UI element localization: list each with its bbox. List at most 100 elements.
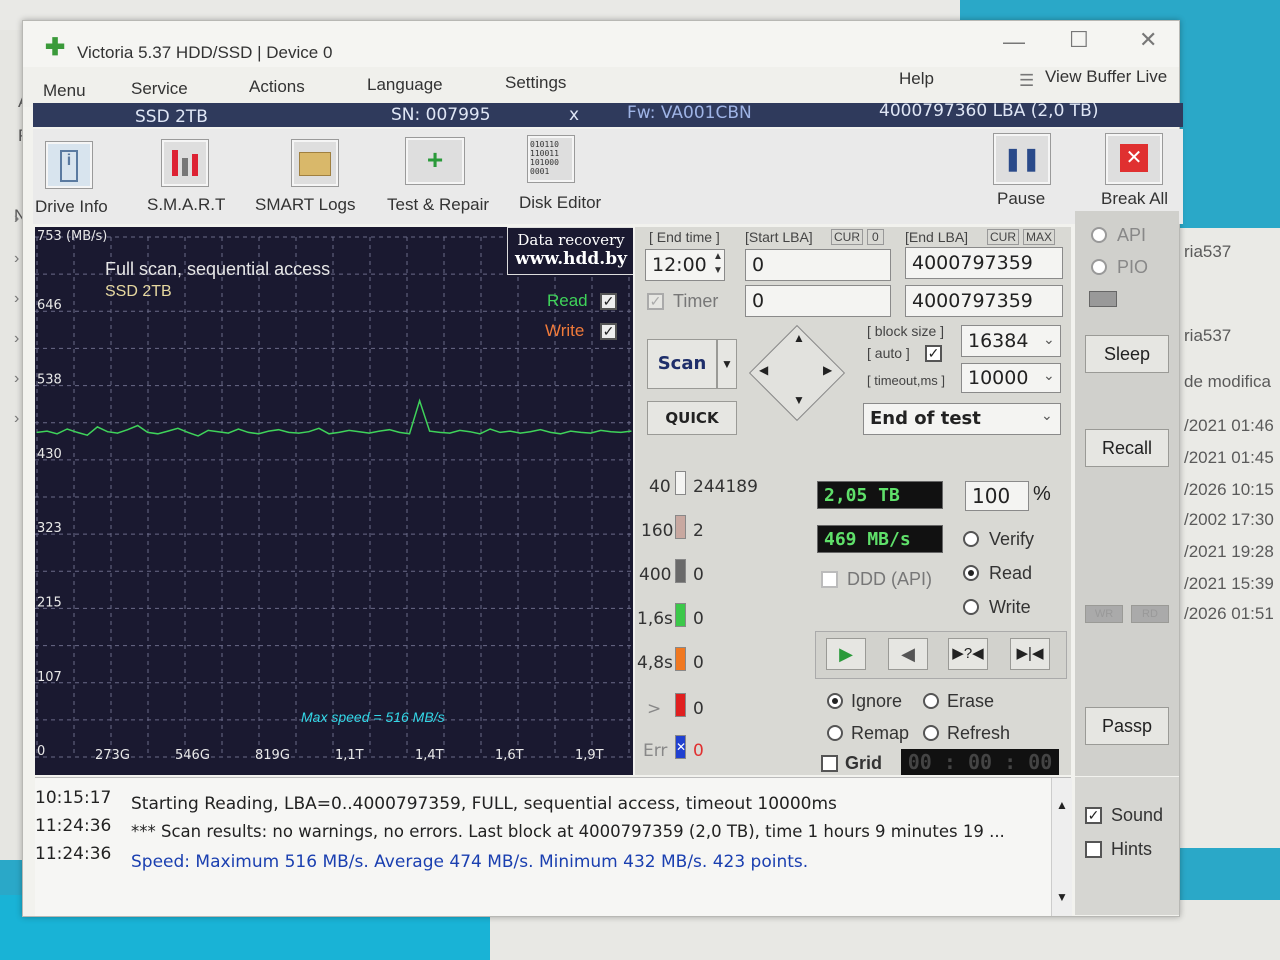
menu-item-menu[interactable]: Menu — [43, 81, 86, 101]
bg-item: /2021 01:46 — [1184, 416, 1274, 435]
smart-button[interactable]: S.M.A.R.T — [147, 139, 225, 214]
end-action-select[interactable]: End of test — [863, 403, 1061, 435]
break-all-button[interactable]: ✕ Break All — [1101, 133, 1168, 208]
start-lba-input[interactable]: 0 — [745, 249, 891, 281]
read-speed-line — [36, 398, 632, 437]
passp-button[interactable]: Passp — [1085, 707, 1169, 745]
y-tick-label: 323 — [37, 521, 62, 536]
read-speed-point — [570, 430, 572, 432]
toolbar: i Drive Info S.M.A.R.T SMART Logs + Test… — [33, 129, 1183, 224]
chevron-right-icon[interactable]: › — [14, 250, 19, 268]
ddd-checkbox[interactable] — [821, 571, 838, 588]
random-seek-icon[interactable]: ▶?◀ — [948, 638, 988, 670]
x-tick-label: 546G — [175, 748, 210, 763]
quick-button[interactable]: QUICK — [647, 401, 737, 435]
sound-checkbox[interactable]: ✓ — [1085, 807, 1102, 824]
recall-button[interactable]: Recall — [1085, 429, 1169, 467]
api-radio[interactable] — [1091, 227, 1107, 243]
arrow-left-icon[interactable]: ◀ — [759, 363, 768, 377]
write-radio[interactable] — [963, 599, 979, 615]
recovery-line2: www.hdd.by — [515, 249, 627, 269]
arrow-up-icon[interactable]: ▲ — [793, 331, 805, 345]
menu-item-view-buffer-live[interactable]: View Buffer Live — [1045, 67, 1167, 87]
read-radio[interactable] — [963, 565, 979, 581]
end-cur-button[interactable]: CUR — [987, 229, 1019, 245]
read-checkbox[interactable]: ✓ — [600, 293, 617, 310]
read-speed-point — [408, 433, 411, 435]
erase-radio[interactable] — [923, 693, 939, 709]
end-lba-input[interactable]: 4000797359 — [905, 247, 1063, 279]
victoria-window: ✚ Victoria 5.37 HDD/SSD | Device 0 — ☐ ✕… — [22, 20, 1183, 917]
chevron-right-icon[interactable]: › — [14, 410, 19, 428]
chevron-down-icon[interactable]: ⌄ — [1043, 367, 1055, 384]
ignore-radio[interactable] — [827, 693, 843, 709]
data-recovery-banner[interactable]: Data recovery www.hdd.by — [507, 227, 633, 275]
drive-info-button[interactable]: i Drive Info — [35, 141, 108, 216]
pause-label: Pause — [997, 189, 1046, 208]
spin-up-icon[interactable]: ▲ — [713, 251, 723, 262]
arrow-right-icon[interactable]: ▶ — [823, 363, 832, 377]
y-tick-label: 538 — [37, 372, 62, 387]
rewind-icon[interactable]: ◀ — [888, 638, 928, 670]
test-repair-button[interactable]: + Test & Repair — [387, 137, 489, 214]
start-cur-button[interactable]: CUR — [831, 229, 863, 245]
menu-item-help[interactable]: Help — [899, 69, 934, 89]
remap-radio[interactable] — [827, 725, 843, 741]
log-scrollbar[interactable]: ▲ ▼ — [1051, 778, 1072, 916]
butterfly-icon[interactable]: ▶|◀ — [1010, 638, 1050, 670]
start-zero-button[interactable]: 0 — [867, 229, 884, 245]
hints-checkbox[interactable] — [1085, 841, 1102, 858]
sleep-button[interactable]: Sleep — [1085, 335, 1169, 373]
timer-label: Timer — [673, 291, 719, 311]
read-speed-point — [398, 431, 400, 433]
end-time-label: [ End time ] — [649, 229, 720, 245]
minimize-icon[interactable]: — — [1003, 29, 1025, 55]
chevron-down-icon[interactable]: ⌄ — [1043, 331, 1055, 348]
menu-item-language[interactable]: Language — [367, 75, 443, 95]
chevron-right-icon[interactable]: › — [14, 290, 19, 308]
window-title: Victoria 5.37 HDD/SSD | Device 0 — [77, 43, 333, 62]
write-checkbox[interactable]: ✓ — [600, 323, 617, 340]
verify-radio[interactable] — [963, 531, 979, 547]
auto-checkbox[interactable]: ✓ — [925, 345, 942, 362]
title-bar[interactable]: ✚ Victoria 5.37 HDD/SSD | Device 0 — ☐ ✕ — [23, 21, 1179, 67]
timer-checkbox[interactable]: ✓ — [647, 293, 664, 310]
bg-item[interactable]: ria537 — [1184, 326, 1231, 346]
read-speed-point — [227, 432, 229, 434]
chevron-right-icon[interactable]: › — [14, 330, 19, 348]
max-speed-label: Max speed = 516 MB/s — [301, 709, 445, 725]
disk-editor-button[interactable]: 010110 110011 101000 0001 Disk Editor — [519, 135, 601, 212]
play-icon[interactable]: ▶ — [826, 638, 866, 670]
speed-graph: 646 538 430 323 215 107 0 273G 546G 819G 1,1T 1,4T 1… — [35, 227, 633, 775]
device-close-button[interactable]: x — [569, 105, 579, 125]
block-color-swatch — [675, 647, 686, 671]
end-max-button[interactable]: MAX — [1023, 229, 1056, 245]
grid-checkbox[interactable] — [821, 755, 838, 772]
menu-item-settings[interactable]: Settings — [505, 73, 566, 93]
chevron-right-icon[interactable]: › — [14, 370, 19, 388]
timer-input[interactable]: 0 — [745, 285, 891, 317]
block-size-label: [ block size ] — [867, 323, 945, 339]
bg-item[interactable]: ria537 — [1184, 242, 1231, 262]
pio-radio[interactable] — [1091, 259, 1107, 275]
scroll-up-icon[interactable]: ▲ — [1056, 798, 1068, 812]
read-speed-point — [207, 429, 209, 431]
ddd-label: DDD (API) — [847, 569, 932, 589]
device-firmware: Fw: VA001CBN — [627, 103, 752, 123]
chevron-right-icon[interactable]: › — [14, 210, 19, 228]
scroll-down-icon[interactable]: ▼ — [1056, 890, 1068, 904]
end-lba-input-2[interactable]: 4000797359 — [905, 285, 1063, 317]
spin-down-icon[interactable]: ▼ — [713, 265, 723, 276]
read-speed-point — [348, 429, 350, 431]
arrow-down-icon[interactable]: ▼ — [793, 393, 805, 407]
chevron-down-icon[interactable]: ⌄ — [1041, 407, 1053, 424]
scan-button[interactable]: Scan — [647, 339, 717, 389]
smart-logs-button[interactable]: SMART Logs — [255, 139, 355, 214]
maximize-icon[interactable]: ☐ — [1069, 27, 1089, 53]
close-icon[interactable]: ✕ — [1139, 27, 1157, 53]
menu-item-service[interactable]: Service — [131, 79, 188, 99]
pause-button[interactable]: ❚❚ Pause — [993, 133, 1051, 208]
menu-item-actions[interactable]: Actions — [249, 77, 305, 97]
scan-dropdown-icon[interactable]: ▼ — [717, 339, 737, 389]
refresh-radio[interactable] — [923, 725, 939, 741]
